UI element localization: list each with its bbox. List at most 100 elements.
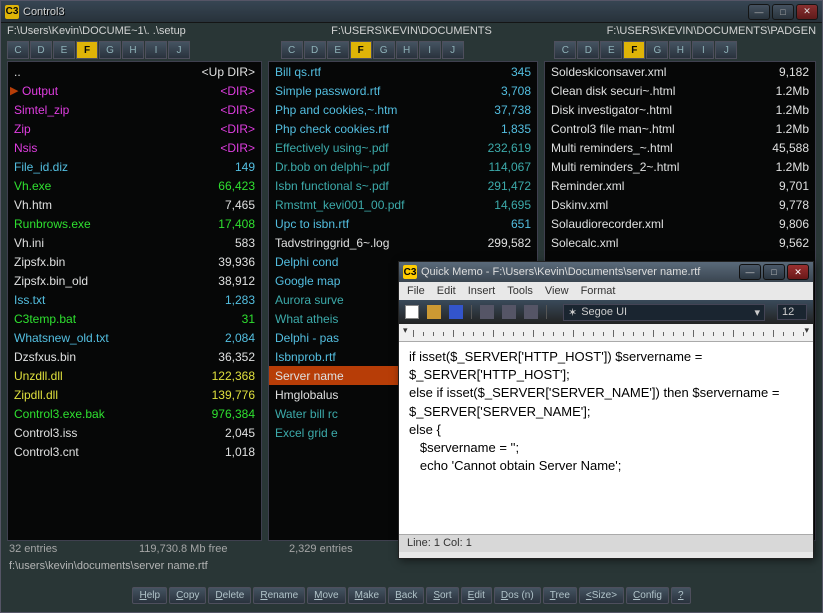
font-select[interactable]: ✶ Segoe UI ▾ xyxy=(563,304,765,321)
close-button[interactable]: ✕ xyxy=(796,4,818,20)
panel-1[interactable]: ..<Up DIR>▶Output<DIR>Simtel_zip<DIR>Zip… xyxy=(7,61,262,541)
drive-button-g[interactable]: G xyxy=(646,41,668,59)
file-row[interactable]: Tadvstringgrid_6~.log299,582 xyxy=(269,233,537,252)
file-row[interactable]: Unzdll.dll122,368 xyxy=(8,366,261,385)
drive-button-h[interactable]: H xyxy=(669,41,691,59)
drive-button-e[interactable]: E xyxy=(600,41,622,59)
drive-button-g[interactable]: G xyxy=(373,41,395,59)
file-list-1[interactable]: ..<Up DIR>▶Output<DIR>Simtel_zip<DIR>Zip… xyxy=(8,62,261,540)
delete-button[interactable]: Delete xyxy=(208,587,251,604)
file-row[interactable]: Soldeskiconsaver.xml9,182 xyxy=(545,62,815,81)
file-row[interactable]: Disk investigator~.html1.2Mb xyxy=(545,100,815,119)
memo-close-button[interactable]: ✕ xyxy=(787,264,809,280)
drive-button-h[interactable]: H xyxy=(122,41,144,59)
file-row[interactable]: Upc to isbn.rtf651 xyxy=(269,214,537,233)
back-button[interactable]: Back xyxy=(388,587,424,604)
file-row[interactable]: Runbrows.exe17,408 xyxy=(8,214,261,233)
file-row[interactable]: C3temp.bat31 xyxy=(8,309,261,328)
file-row[interactable]: Vh.ini583 xyxy=(8,233,261,252)
drive-button-f[interactable]: F xyxy=(76,41,98,59)
memo-editor[interactable]: if isset($_SERVER['HTTP_HOST']) $servern… xyxy=(399,342,813,534)
file-row[interactable]: Rmstmt_kevi001_00.pdf14,695 xyxy=(269,195,537,214)
file-row[interactable]: Whatsnew_old.txt2,084 xyxy=(8,328,261,347)
file-row[interactable]: Control3.iss2,045 xyxy=(8,423,261,442)
open-icon[interactable] xyxy=(427,305,441,319)
file-row[interactable]: Reminder.xml9,701 xyxy=(545,176,815,195)
main-titlebar[interactable]: C3 Control3 — □ ✕ xyxy=(1,1,822,23)
drive-button-d[interactable]: D xyxy=(304,41,326,59)
drive-button-g[interactable]: G xyxy=(99,41,121,59)
file-row[interactable]: Bill qs.rtf345 xyxy=(269,62,537,81)
copy-button[interactable]: Copy xyxy=(169,587,206,604)
path-panel-3[interactable]: F:\USERS\KEVIN\DOCUMENTS\PADGEN xyxy=(548,23,822,41)
quick-memo-window[interactable]: C3 Quick Memo - F:\Users\Kevin\Documents… xyxy=(398,261,814,559)
drive-button-f[interactable]: F xyxy=(350,41,372,59)
path-panel-2[interactable]: F:\USERS\KEVIN\DOCUMENTS xyxy=(275,23,549,41)
file-row[interactable]: Solaudiorecorder.xml9,806 xyxy=(545,214,815,233)
file-row[interactable]: Simple password.rtf3,708 xyxy=(269,81,537,100)
sort-button[interactable]: Sort xyxy=(426,587,458,604)
drive-button-j[interactable]: J xyxy=(442,41,464,59)
size-button[interactable]: <Size> xyxy=(579,587,624,604)
copy-icon[interactable] xyxy=(502,305,516,319)
drive-button-i[interactable]: I xyxy=(419,41,441,59)
file-row[interactable]: Clean disk securi~.html1.2Mb xyxy=(545,81,815,100)
paste-icon[interactable] xyxy=(524,305,538,319)
file-row[interactable]: Php and cookies,~.htm37,738 xyxy=(269,100,537,119)
menu-edit[interactable]: Edit xyxy=(437,285,456,297)
file-row[interactable]: Vh.exe66,423 xyxy=(8,176,261,195)
file-row[interactable]: Effectively using~.pdf232,619 xyxy=(269,138,537,157)
drive-button-c[interactable]: C xyxy=(554,41,576,59)
drive-button-f[interactable]: F xyxy=(623,41,645,59)
drive-button-d[interactable]: D xyxy=(577,41,599,59)
drive-button-j[interactable]: J xyxy=(168,41,190,59)
file-row[interactable]: Multi reminders_2~.html1.2Mb xyxy=(545,157,815,176)
file-row[interactable]: Control3.cnt1,018 xyxy=(8,442,261,461)
memo-titlebar[interactable]: C3 Quick Memo - F:\Users\Kevin\Documents… xyxy=(399,262,813,282)
tree-button[interactable]: Tree xyxy=(543,587,577,604)
file-row[interactable]: ▶Output<DIR> xyxy=(8,81,261,100)
drive-button-i[interactable]: I xyxy=(145,41,167,59)
dosn-button[interactable]: Dos (n) xyxy=(494,587,541,604)
menu-tools[interactable]: Tools xyxy=(507,285,533,297)
menu-view[interactable]: View xyxy=(545,285,569,297)
file-row[interactable]: Zip<DIR> xyxy=(8,119,261,138)
file-row[interactable]: File_id.diz149 xyxy=(8,157,261,176)
path-panel-1[interactable]: F:\Users\Kevin\DOCUME~1\. .\setup xyxy=(1,23,275,41)
menu-file[interactable]: File xyxy=(407,285,425,297)
memo-maximize-button[interactable]: □ xyxy=(763,264,785,280)
menu-insert[interactable]: Insert xyxy=(468,285,496,297)
file-row[interactable]: Zipdll.dll139,776 xyxy=(8,385,261,404)
rename-button[interactable]: Rename xyxy=(253,587,305,604)
cut-icon[interactable] xyxy=(480,305,494,319)
file-row[interactable]: Php check cookies.rtf1,835 xyxy=(269,119,537,138)
file-row[interactable]: Zipsfx.bin39,936 xyxy=(8,252,261,271)
file-row[interactable]: Control3.exe.bak976,384 xyxy=(8,404,261,423)
file-row[interactable]: Isbn functional s~.pdf291,472 xyxy=(269,176,537,195)
file-row[interactable]: Dskinv.xml9,778 xyxy=(545,195,815,214)
file-row[interactable]: ..<Up DIR> xyxy=(8,62,261,81)
drive-button-e[interactable]: E xyxy=(327,41,349,59)
file-row[interactable]: Control3 file man~.html1.2Mb xyxy=(545,119,815,138)
drive-button-j[interactable]: J xyxy=(715,41,737,59)
drive-button-h[interactable]: H xyxy=(396,41,418,59)
maximize-button[interactable]: □ xyxy=(772,4,794,20)
file-row[interactable]: Zipsfx.bin_old38,912 xyxy=(8,271,261,290)
file-row[interactable]: Multi reminders_~.html45,588 xyxy=(545,138,815,157)
config-button[interactable]: Config xyxy=(626,587,669,604)
menu-format[interactable]: Format xyxy=(581,285,616,297)
move-button[interactable]: Move xyxy=(307,587,345,604)
drive-button-d[interactable]: D xyxy=(30,41,52,59)
font-size-select[interactable]: 12 xyxy=(777,304,807,320)
drive-button-i[interactable]: I xyxy=(692,41,714,59)
file-row[interactable]: Iss.txt1,283 xyxy=(8,290,261,309)
memo-ruler[interactable]: ▾ ▾ xyxy=(399,324,813,342)
save-icon[interactable] xyxy=(449,305,463,319)
-button[interactable]: ? xyxy=(671,587,691,604)
file-row[interactable]: Simtel_zip<DIR> xyxy=(8,100,261,119)
file-row[interactable]: Vh.htm7,465 xyxy=(8,195,261,214)
new-icon[interactable] xyxy=(405,305,419,319)
file-row[interactable]: Dr.bob on delphi~.pdf114,067 xyxy=(269,157,537,176)
make-button[interactable]: Make xyxy=(348,587,386,604)
file-row[interactable]: Nsis<DIR> xyxy=(8,138,261,157)
